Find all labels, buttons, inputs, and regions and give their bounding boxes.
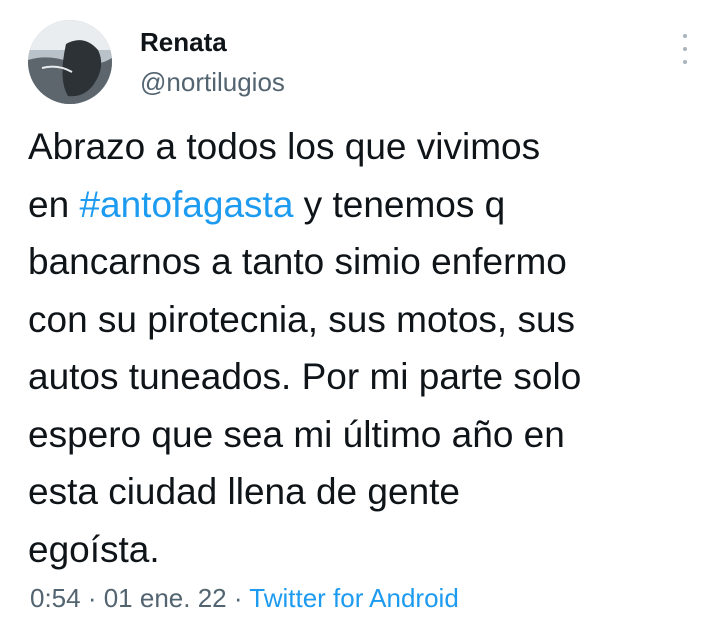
meta-separator: · (226, 583, 250, 613)
tweet-line: con su pirotecnia, sus motos, sus (28, 298, 576, 340)
author-names: Renata @nortilugios (140, 26, 285, 98)
avatar-image (28, 20, 112, 104)
tweet-text: Abrazo a todos los que vivimos en #antof… (28, 118, 698, 578)
tweet-line-prefix: en (28, 183, 80, 225)
tweet-line: autos tuneados. Por mi parte solo (28, 356, 582, 397)
tweet-header: Renata @nortilugios (28, 20, 698, 110)
tweet-line: Abrazo a todos los que vivimos (28, 126, 541, 167)
tweet-time[interactable]: 0:54 (30, 583, 81, 613)
hashtag-link[interactable]: #antofagasta (79, 184, 293, 225)
user-handle[interactable]: @nortilugios (140, 66, 285, 98)
tweet-source-link[interactable]: Twitter for Android (249, 583, 459, 613)
display-name[interactable]: Renata (140, 26, 285, 58)
meta-separator: · (80, 583, 104, 613)
tweet-line: esta ciudad llena de gente (28, 471, 461, 512)
tweet-line: bancarnos a tanto simio enfermo (28, 241, 567, 282)
tweet: Renata @nortilugios Abrazo a todos los q… (0, 0, 720, 625)
tweet-date[interactable]: 01 ene. 22 (104, 583, 227, 613)
tweet-meta: 0:54 · 01 ene. 22 · Twitter for Android (30, 582, 459, 614)
tweet-line: espero que sea mi último año en (28, 413, 565, 455)
more-vertical-icon[interactable] (680, 34, 690, 64)
tweet-line-suffix: y tenemos q (293, 183, 506, 225)
tweet-line: egoísta. (28, 528, 160, 570)
avatar[interactable] (28, 20, 112, 104)
tweet-line: en #antofagasta y tenemos q (28, 176, 698, 234)
